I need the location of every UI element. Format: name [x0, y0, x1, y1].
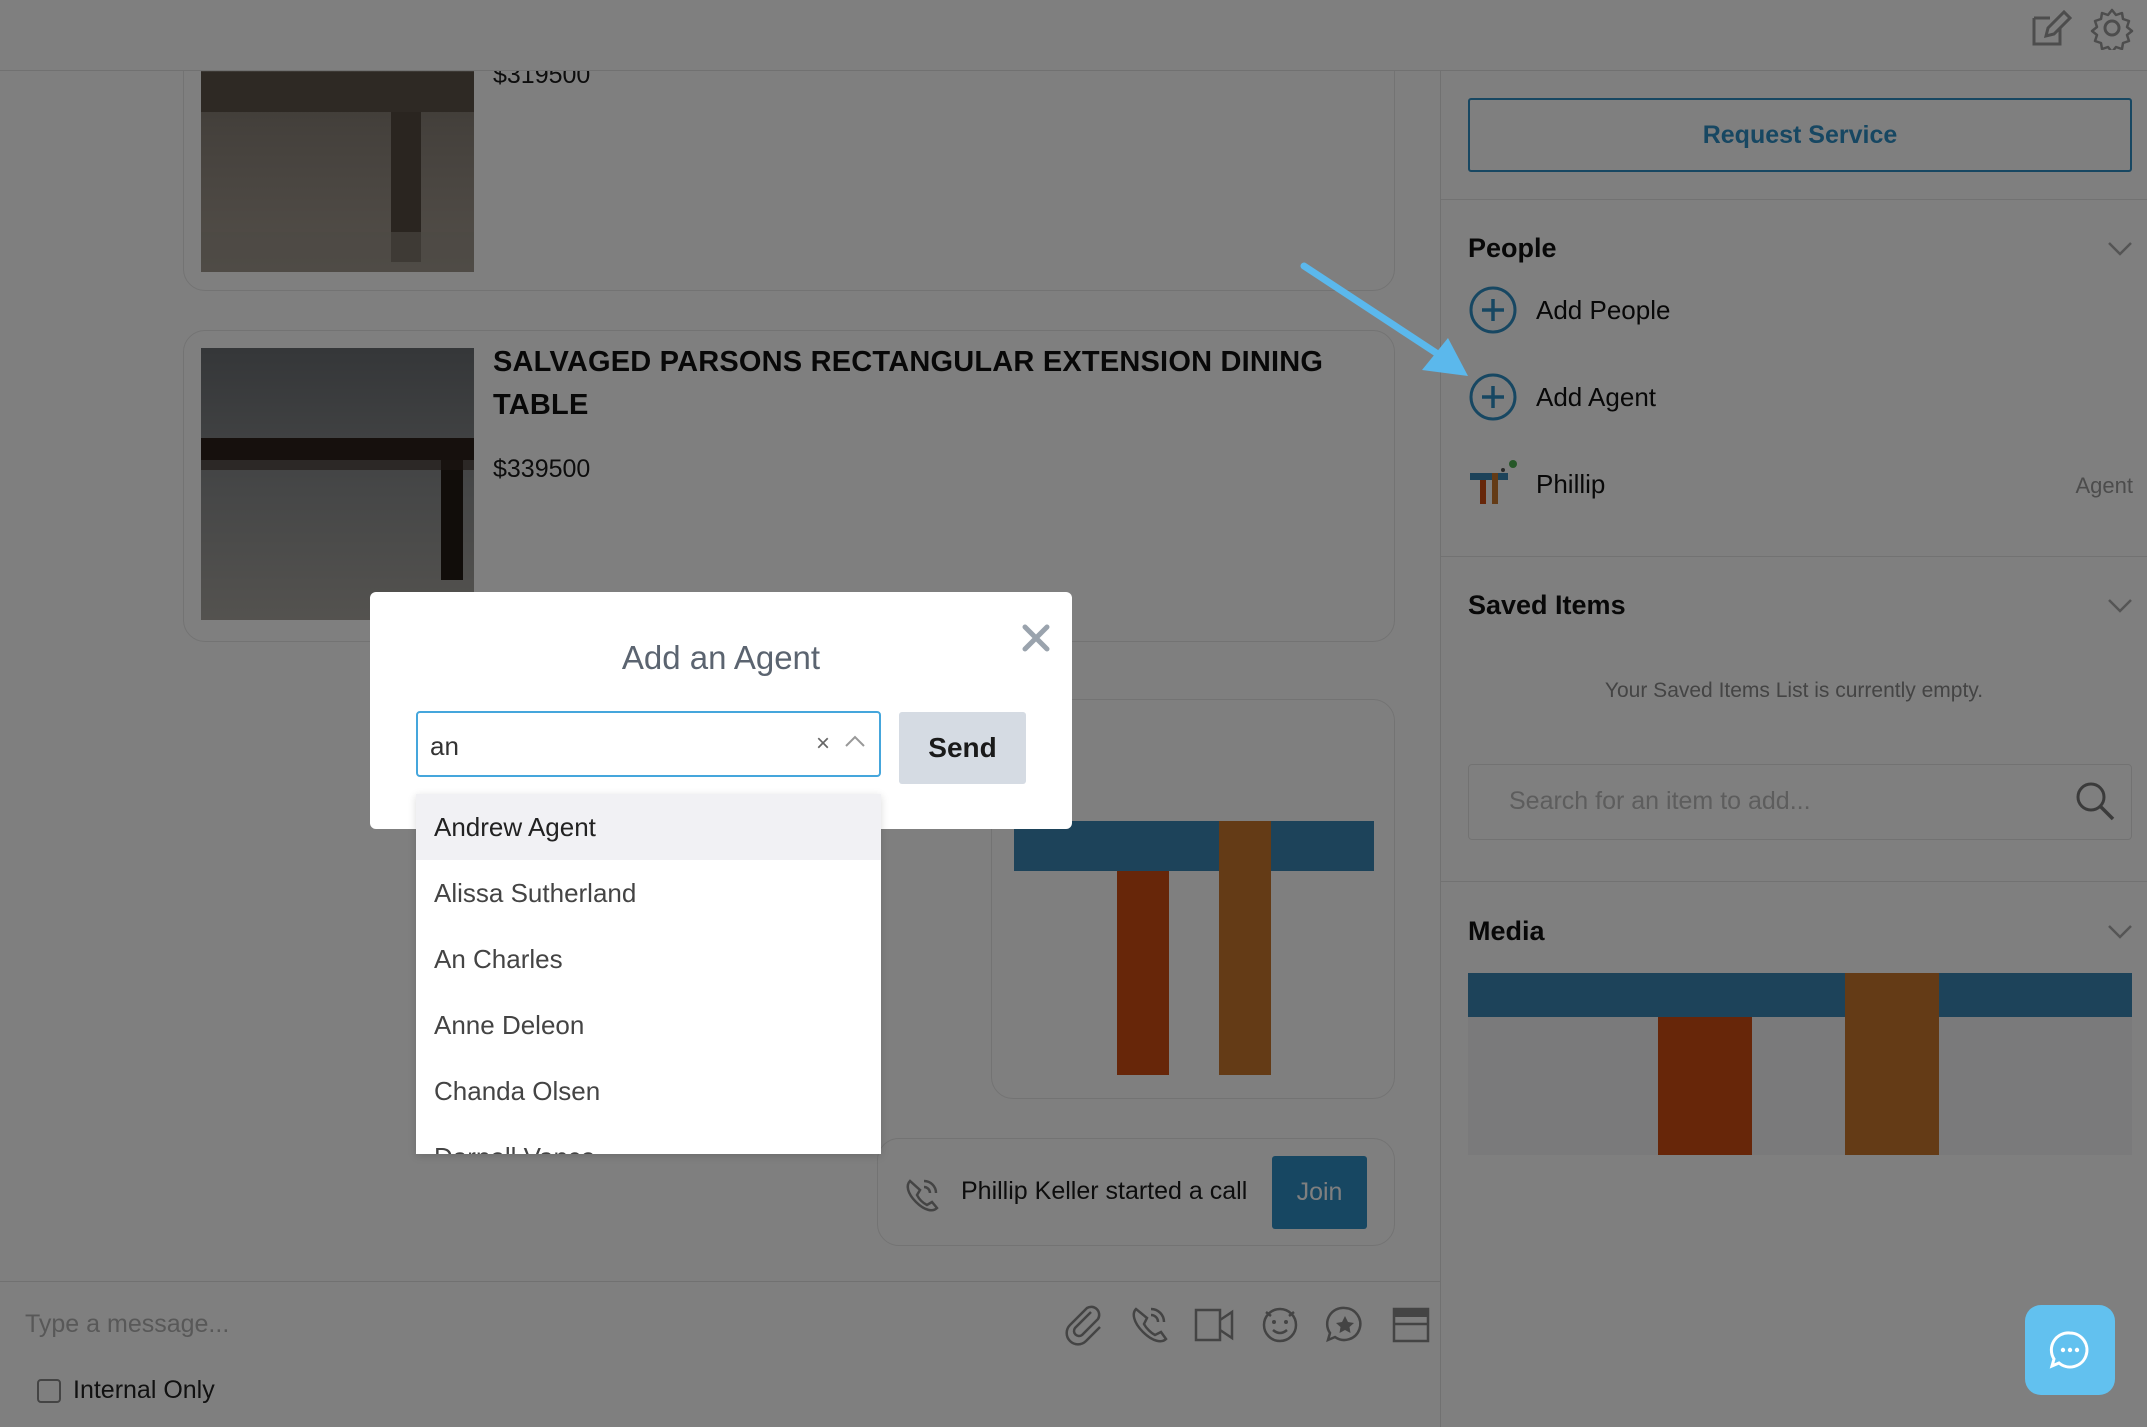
modal-title: Add an Agent [621, 639, 821, 676]
list-item[interactable]: Anne Deleon [416, 992, 881, 1058]
list-item[interactable]: Andrew Agent [416, 794, 881, 860]
chat-launcher-button[interactable] [2025, 1305, 2115, 1395]
chevron-up-icon[interactable] [844, 733, 866, 749]
chat-bubble-icon [2049, 1331, 2089, 1369]
send-button[interactable]: Send [899, 712, 1026, 784]
list-item[interactable]: An Charles [416, 926, 881, 992]
list-item[interactable]: Darnell Vance [416, 1124, 881, 1155]
modal-backdrop[interactable] [0, 0, 2147, 1427]
agent-search-input[interactable]: an × [416, 711, 881, 777]
list-item[interactable]: Chanda Olsen [416, 1058, 881, 1124]
list-item[interactable]: Alissa Sutherland [416, 860, 881, 926]
close-icon[interactable] [1014, 616, 1058, 660]
annotation-arrow-icon [1300, 262, 1468, 376]
clear-icon[interactable]: × [816, 730, 830, 758]
agent-search-value[interactable]: an [430, 731, 459, 762]
agent-options-list: Andrew Agent Alissa Sutherland An Charle… [416, 794, 881, 1154]
